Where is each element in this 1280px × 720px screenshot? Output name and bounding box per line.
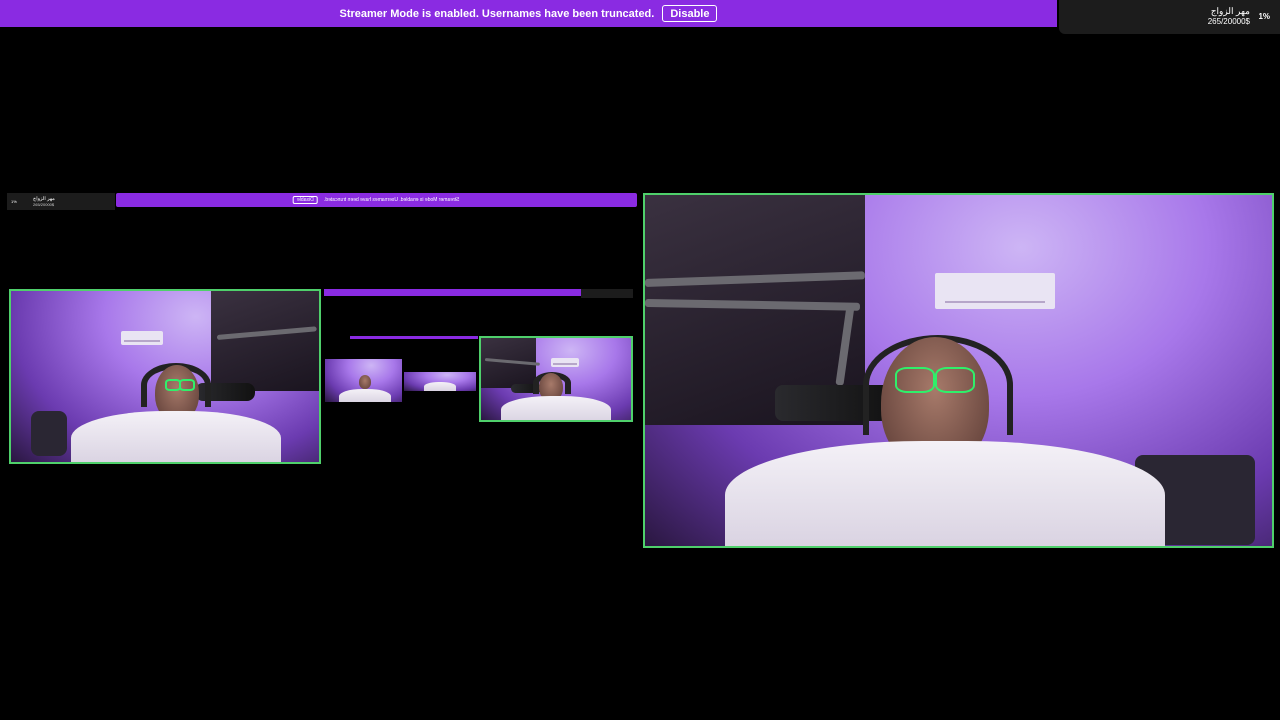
disable-streamer-mode-button[interactable]: Disable — [662, 5, 718, 22]
video-tile-left[interactable] — [9, 289, 321, 464]
shared-goal-progress: 265/20000$ — [33, 202, 55, 207]
nested-person-shirt — [339, 389, 391, 402]
goal-percent: 1% — [1258, 12, 1270, 21]
person-shirt — [501, 396, 611, 420]
goal-title: مهر الزواج — [1210, 6, 1250, 16]
donation-goal-widget: مهر الزواج 265/20000$ 1% — [1059, 0, 1280, 34]
shared-screen-goal-widget: مهر الزواج 265/20000$ 1% — [7, 193, 115, 210]
video-tile-main[interactable] — [643, 193, 1274, 548]
nested-person-head — [359, 375, 371, 389]
nested-video-tile-1 — [325, 359, 402, 402]
air-conditioner — [935, 273, 1055, 309]
streamer-mode-message: Streamer Mode is enabled. Usernames have… — [339, 7, 655, 20]
air-conditioner — [551, 358, 579, 367]
shared-screen-banner: Disable Streamer Mode is enabled. Userna… — [116, 193, 637, 207]
video-tile-middle[interactable] — [479, 336, 633, 422]
nested-banner-2 — [350, 336, 478, 339]
nested-person-shirt-2 — [424, 382, 456, 391]
person-shirt — [71, 411, 281, 462]
shared-banner-message: Streamer Mode is enabled. Usernames have… — [324, 197, 460, 203]
nested-banner-1 — [324, 289, 581, 296]
streamer-mode-banner: Streamer Mode is enabled. Usernames have… — [0, 0, 1057, 27]
glasses-right — [935, 367, 975, 393]
nested-video-tile-2 — [404, 372, 476, 391]
chair — [31, 411, 67, 456]
person-shirt — [725, 441, 1165, 546]
shared-goal-percent: 1% — [11, 199, 17, 204]
wall-panel — [211, 291, 319, 391]
air-conditioner — [121, 331, 163, 345]
nested-goal-1 — [581, 289, 633, 298]
glasses-left — [895, 367, 935, 393]
goal-progress: 265/20000$ — [1207, 17, 1250, 26]
shared-disable-button: Disable — [293, 196, 319, 204]
glasses-right — [179, 379, 195, 391]
